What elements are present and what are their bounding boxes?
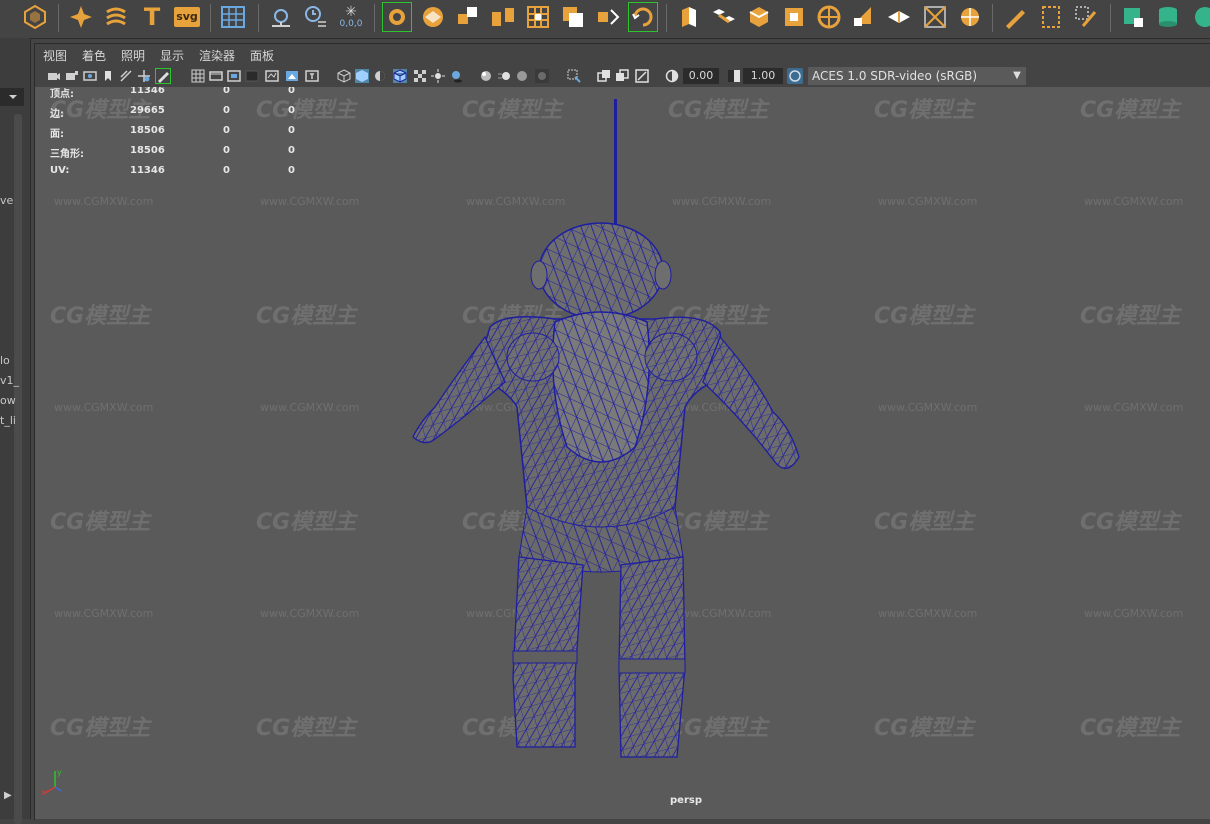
screen-space-ao-icon[interactable] — [479, 69, 493, 83]
grease-pencil-icon[interactable] — [155, 68, 171, 84]
grid-toggle-icon[interactable] — [191, 69, 205, 83]
isolate-select-icon[interactable] — [567, 69, 581, 83]
crop-icon[interactable] — [1036, 2, 1066, 32]
polygon-sphere-icon[interactable] — [20, 2, 50, 32]
film-gate-icon[interactable] — [209, 69, 223, 83]
chevron-down-icon — [9, 95, 17, 99]
outliner-scrollbar[interactable] — [14, 114, 22, 824]
gamma-field[interactable]: 1.00 — [743, 68, 783, 84]
star-icon[interactable] — [66, 2, 96, 32]
sculpt-icon[interactable] — [382, 2, 412, 32]
target-weld-icon[interactable] — [920, 2, 950, 32]
type-tool-icon[interactable]: T — [137, 2, 167, 32]
multisample-aa-icon[interactable] — [515, 69, 529, 83]
fill-hole-icon[interactable] — [779, 2, 809, 32]
camera-name-label: persp — [670, 795, 702, 806]
uv-cube-icon[interactable] — [1118, 2, 1148, 32]
outliner-item[interactable]: lo — [0, 354, 10, 367]
insert-edge-icon[interactable] — [814, 2, 844, 32]
bevel-icon[interactable] — [744, 2, 774, 32]
poke-icon[interactable] — [884, 2, 914, 32]
cylinder-icon[interactable] — [1153, 2, 1183, 32]
textured-icon[interactable] — [413, 69, 427, 83]
shadows-icon[interactable] — [449, 69, 463, 83]
viewport-persp[interactable]: CG模型主 CG模型主 CG模型主 CG模型主 CG模型主 CG模型主 CG模型主 CG模型主… — [35, 87, 1210, 819]
outliner-dropdown[interactable] — [0, 88, 24, 106]
resolution-gate-icon[interactable] — [227, 69, 241, 83]
shelf-toolbar: T svg ✳ 0,0,0 — [0, 0, 1210, 39]
grid-icon[interactable] — [218, 2, 248, 32]
retopo-icon[interactable] — [628, 2, 658, 32]
xray-icon[interactable] — [597, 69, 611, 83]
view-axis-gizmo: y x — [41, 768, 62, 797]
extrude-icon[interactable] — [674, 2, 704, 32]
outliner-item[interactable]: v1_ — [0, 374, 19, 387]
depth-of-field-icon[interactable] — [535, 69, 549, 83]
expand-arrow-icon[interactable]: ▶ — [4, 790, 12, 801]
menu-show[interactable]: 显示 — [160, 47, 184, 64]
xray-joints-icon[interactable] — [615, 69, 629, 83]
outliner-item[interactable]: ow — [0, 394, 16, 407]
bridge-icon[interactable] — [709, 2, 739, 32]
menu-renderer[interactable]: 渲染器 — [199, 47, 235, 64]
camera-focus-icon[interactable] — [266, 2, 296, 32]
viewport-toolbar: 0.00 1.00 ACES 1.0 SDR-video (sRGB) ▼ — [35, 66, 1210, 87]
image-plane-icon[interactable] — [119, 69, 133, 83]
separate-icon[interactable] — [488, 2, 518, 32]
default-material-icon[interactable] — [373, 69, 387, 83]
svg-text:y: y — [57, 768, 62, 777]
wireframe-icon[interactable] — [337, 69, 351, 83]
sphere-half-icon[interactable] — [1186, 2, 1210, 32]
chevron-down-icon: ▼ — [1008, 67, 1026, 85]
extract-icon[interactable] — [523, 2, 553, 32]
outliner-strip: ve lo v1_ ow t_li ▶ — [0, 38, 31, 824]
astronaut-body — [412, 99, 800, 758]
svg-tool-icon[interactable]: svg — [172, 2, 202, 32]
menu-view[interactable]: 视图 — [43, 47, 67, 64]
color-space-label: ACES 1.0 SDR-video (sRGB) — [812, 69, 978, 83]
gate-mask-icon[interactable] — [245, 69, 259, 83]
bookmark-icon[interactable] — [101, 69, 115, 83]
smooth-icon[interactable] — [418, 2, 448, 32]
menu-panels[interactable]: 面板 — [250, 47, 274, 64]
snowflake-icon[interactable]: ✳ 0,0,0 — [336, 2, 366, 32]
pen-icon[interactable] — [1000, 2, 1030, 32]
outliner-item[interactable]: ve — [0, 194, 13, 207]
outliner-item[interactable]: t_li — [0, 414, 16, 427]
uv-sphere-icon[interactable] — [955, 2, 985, 32]
mirror-icon[interactable] — [593, 2, 623, 32]
astronaut-wireframe-model[interactable] — [35, 87, 1210, 819]
use-all-lights-icon[interactable] — [431, 69, 445, 83]
combine-icon[interactable] — [453, 2, 483, 32]
field-chart-icon[interactable] — [265, 69, 279, 83]
select-camera-icon[interactable] — [47, 69, 61, 83]
boolean-icon[interactable] — [558, 2, 588, 32]
lock-camera-icon[interactable] — [65, 69, 79, 83]
wedge-icon[interactable] — [849, 2, 879, 32]
xray-components-icon[interactable] — [635, 69, 649, 83]
freeze-values-label: 0,0,0 — [339, 19, 363, 29]
panel-menubar: 视图 着色 照明 显示 渲染器 面板 — [35, 44, 1210, 66]
color-space-select[interactable]: ACES 1.0 SDR-video (sRGB) ▼ — [808, 67, 1026, 85]
svg-text:x: x — [41, 788, 46, 797]
menu-lighting[interactable]: 照明 — [121, 47, 145, 64]
color-management-icon[interactable] — [787, 68, 803, 84]
exposure-icon[interactable] — [665, 69, 679, 83]
menu-shading[interactable]: 着色 — [82, 47, 106, 64]
time-icon[interactable] — [300, 2, 330, 32]
wireframe-on-shaded-icon[interactable] — [393, 69, 407, 83]
camera-attributes-icon[interactable] — [83, 69, 97, 83]
edit-pen-icon[interactable] — [1071, 2, 1101, 32]
safe-title-icon[interactable] — [305, 69, 319, 83]
sweep-mesh-icon[interactable] — [101, 2, 131, 32]
2d-pan-zoom-icon[interactable] — [137, 69, 151, 83]
exposure-field[interactable]: 0.00 — [683, 68, 719, 84]
safe-action-icon[interactable] — [285, 69, 299, 83]
smooth-shade-icon[interactable] — [355, 69, 369, 83]
gamma-icon[interactable] — [727, 69, 741, 83]
motion-blur-icon[interactable] — [497, 69, 511, 83]
